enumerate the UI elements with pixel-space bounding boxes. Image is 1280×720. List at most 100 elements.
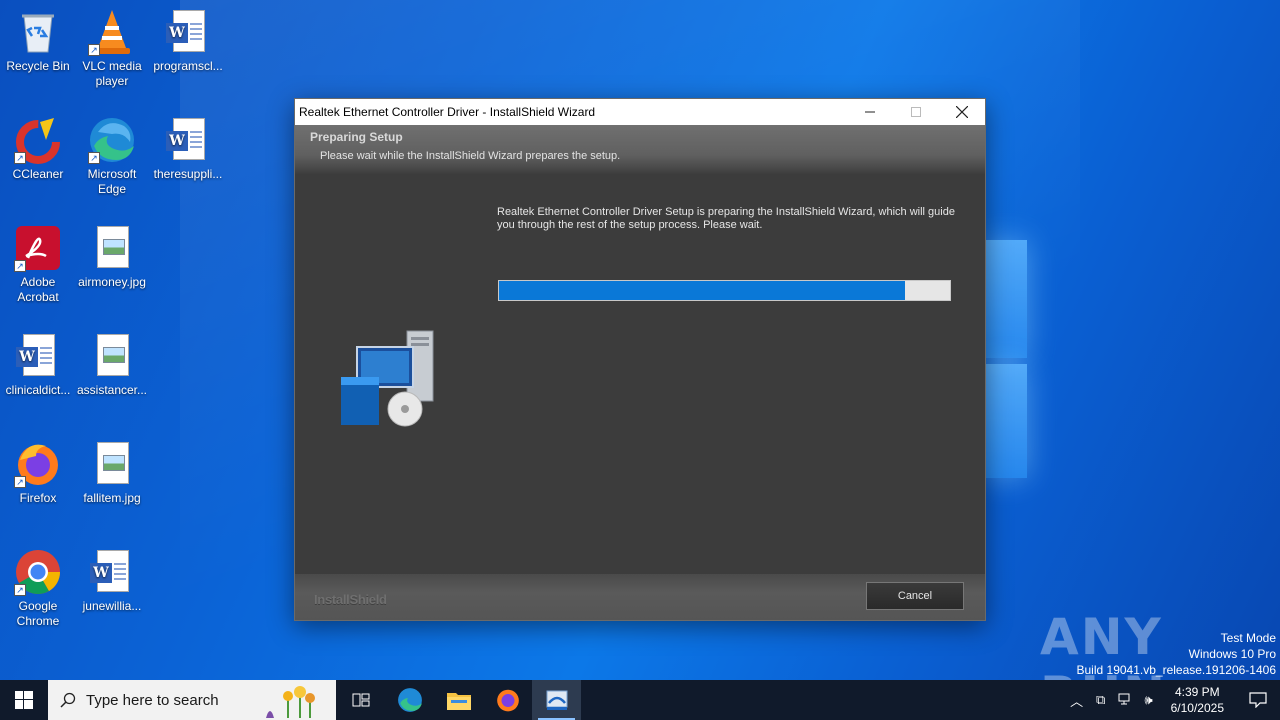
taskbar-file-explorer[interactable] <box>434 680 483 720</box>
word-document-icon: W <box>164 8 212 56</box>
acrobat-icon: ↗ <box>14 224 62 272</box>
desktop-icon-label: VLC media player <box>82 59 142 88</box>
word-document-icon: W <box>14 332 62 380</box>
dialog-body: Realtek Ethernet Controller Driver Setup… <box>295 175 985 574</box>
network-icon[interactable] <box>1113 693 1137 708</box>
progress-bar <box>498 280 951 301</box>
desktop-icon-recycle-bin[interactable]: Recycle Bin <box>0 8 76 74</box>
desktop-icon-junewillia[interactable]: W junewillia... <box>74 548 150 614</box>
desktop-icon-ccleaner[interactable]: ↗ CCleaner <box>0 116 76 182</box>
taskbar-installshield[interactable] <box>532 680 581 720</box>
shortcut-arrow-icon: ↗ <box>14 260 26 272</box>
search-icon <box>60 692 76 708</box>
minimize-icon <box>865 111 875 113</box>
network-device-icon[interactable]: ⧉ <box>1089 692 1113 708</box>
windows-watermark: Test Mode Windows 10 Pro Build 19041.vb_… <box>1077 630 1277 678</box>
desktop-icon-vlc[interactable]: ↗ VLC media player <box>74 8 150 89</box>
clock-time: 4:39 PM <box>1174 685 1220 699</box>
chevron-up-icon[interactable]: ︿ <box>1065 691 1089 710</box>
taskbar: Type here to search ︿ ⧉ 🕪 4:39 PM 6/10/2… <box>0 680 1280 720</box>
taskbar-search-box[interactable]: Type here to search <box>48 680 336 720</box>
shortcut-arrow-icon: ↗ <box>14 152 26 164</box>
desktop-icon-adobe-acrobat[interactable]: ↗ Adobe Acrobat <box>0 224 76 305</box>
installshield-dialog: Realtek Ethernet Controller Driver - Ins… <box>294 98 986 621</box>
setup-message: Realtek Ethernet Controller Driver Setup… <box>497 206 955 231</box>
windows-start-icon <box>15 691 33 709</box>
close-icon <box>956 106 968 118</box>
taskbar-firefox[interactable] <box>483 680 532 720</box>
word-document-icon: W <box>88 548 136 596</box>
cancel-button[interactable]: Cancel <box>866 582 964 610</box>
desktop-icon-label: fallitem.jpg <box>83 491 141 505</box>
vlc-cone-icon: ↗ <box>88 8 136 56</box>
desktop-icon-firefox[interactable]: ↗ Firefox <box>0 440 76 506</box>
recycle-bin-icon <box>14 8 62 56</box>
task-view-button[interactable] <box>336 680 385 720</box>
installshield-brand: InstallShield <box>314 592 387 607</box>
desktop-icon-label: theresuppli... <box>153 167 223 181</box>
search-placeholder: Type here to search <box>86 691 219 709</box>
desktop-icon-label: programscl... <box>153 59 223 73</box>
desktop-icon-airmoney[interactable]: airmoney.jpg <box>74 224 150 290</box>
desktop-icon-label: Adobe Acrobat <box>17 275 59 304</box>
shortcut-arrow-icon: ↗ <box>14 584 26 596</box>
desktop-icon-label: clinicaldict... <box>5 383 71 397</box>
action-center-button[interactable] <box>1236 692 1280 708</box>
shortcut-arrow-icon: ↗ <box>88 44 100 56</box>
maximize-icon <box>911 107 921 117</box>
chrome-icon: ↗ <box>14 548 62 596</box>
notification-icon <box>1249 692 1267 708</box>
progress-fill <box>499 281 905 300</box>
desktop-icon-assistancer[interactable]: assistancer... <box>74 332 150 398</box>
dialog-footer: InstallShield Cancel <box>295 574 985 620</box>
watermark-edition: Windows 10 Pro <box>1188 647 1276 661</box>
search-flowers-illustration-icon <box>266 686 315 718</box>
windows-logo-wallpaper <box>985 240 1245 480</box>
desktop-icon-google-chrome[interactable]: ↗ Google Chrome <box>0 548 76 629</box>
firefox-icon: ↗ <box>14 440 62 488</box>
header-subtitle: Please wait while the InstallShield Wiza… <box>320 150 621 162</box>
maximize-button <box>893 99 939 125</box>
ccleaner-icon: ↗ <box>14 116 62 164</box>
edge-icon <box>397 688 422 712</box>
desktop-icon-programscl[interactable]: W programscl... <box>150 8 226 74</box>
image-file-icon <box>88 440 136 488</box>
watermark-test-mode: Test Mode <box>1220 631 1276 645</box>
system-tray: ︿ ⧉ 🕪 4:39 PM 6/10/2025 <box>1065 680 1280 720</box>
desktop-icon-label: Firefox <box>19 491 57 505</box>
desktop-icon-fallitem[interactable]: fallitem.jpg <box>74 440 150 506</box>
image-file-icon <box>88 332 136 380</box>
image-file-icon <box>88 224 136 272</box>
desktop-icon-label: airmoney.jpg <box>78 275 146 289</box>
installshield-setup-icon <box>546 690 567 710</box>
dialog-header: Preparing Setup Please wait while the In… <box>295 125 985 175</box>
volume-icon[interactable]: 🕪 <box>1137 692 1161 708</box>
desktop-icon-label: Recycle Bin <box>6 59 70 73</box>
close-button[interactable] <box>939 99 985 125</box>
clock-date: 6/10/2025 <box>1170 701 1224 715</box>
start-button[interactable] <box>0 680 48 720</box>
desktop-icon-label: assistancer... <box>76 383 148 397</box>
firefox-icon <box>496 689 519 712</box>
taskbar-edge[interactable] <box>385 680 434 720</box>
watermark-build: Build 19041.vb_release.191206-1406 <box>1076 663 1277 677</box>
desktop-icon-label: Google Chrome <box>16 599 60 628</box>
minimize-button[interactable] <box>847 99 893 125</box>
setup-computer-cd-icon <box>335 327 445 437</box>
shortcut-arrow-icon: ↗ <box>14 476 26 488</box>
desktop-icon-clinicaldict[interactable]: W clinicaldict... <box>0 332 76 398</box>
desktop-icon-label: Microsoft Edge <box>87 167 137 196</box>
dialog-title: Realtek Ethernet Controller Driver - Ins… <box>299 105 596 119</box>
word-document-icon: W <box>164 116 212 164</box>
folder-icon <box>446 693 471 710</box>
dialog-titlebar[interactable]: Realtek Ethernet Controller Driver - Ins… <box>295 99 985 125</box>
header-title: Preparing Setup <box>310 130 403 144</box>
desktop-icon-label: CCleaner <box>12 167 64 181</box>
taskbar-clock[interactable]: 4:39 PM 6/10/2025 <box>1171 684 1224 716</box>
desktop-icon-label: junewillia... <box>82 599 142 613</box>
shortcut-arrow-icon: ↗ <box>88 152 100 164</box>
task-view-icon <box>352 693 369 707</box>
desktop-icon-theresuppli[interactable]: W theresuppli... <box>150 116 226 182</box>
edge-icon: ↗ <box>88 116 136 164</box>
desktop-icon-microsoft-edge[interactable]: ↗ Microsoft Edge <box>74 116 150 197</box>
